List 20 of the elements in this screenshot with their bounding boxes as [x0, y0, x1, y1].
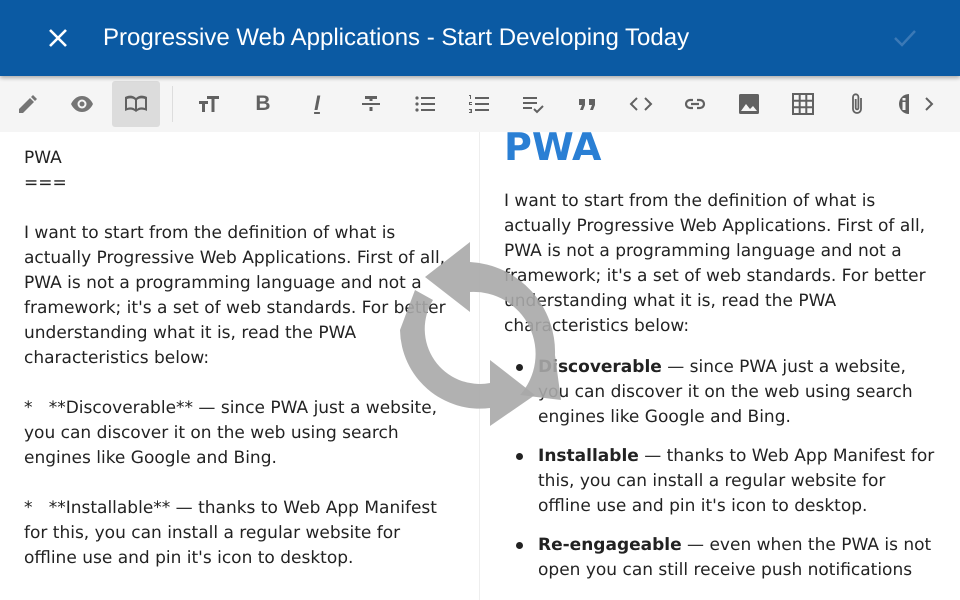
markdown-text: PWA ===	[24, 147, 68, 195]
document-title: Progressive Web Applications - Start Developing Today	[103, 24, 690, 52]
markdown-text: * **Discoverable** — since PWA just a website, you can discover it on the web using search engines like Google and Bing.	[24, 397, 438, 470]
italic-button[interactable]: I	[293, 81, 341, 127]
numbered-list-icon	[467, 92, 491, 116]
bold-button[interactable]: B	[239, 81, 287, 127]
bullet-icon	[516, 453, 523, 460]
markdown-text: * **Installable** — thanks to Web App Manifest for this, you can install a regular website for offline use and pin it's icon to desktop.	[24, 497, 438, 570]
book-button[interactable]	[112, 81, 160, 127]
image-icon	[737, 92, 761, 116]
preview-heading: PWA	[504, 132, 602, 167]
list-item-text: Re-engageable — even when the PWA is not open you can still receive push notifications	[538, 534, 932, 582]
info-icon	[899, 94, 911, 114]
bullet-icon	[516, 364, 523, 371]
close-icon	[48, 28, 68, 48]
pencil-icon	[16, 92, 40, 116]
table-icon	[791, 92, 815, 116]
list-item-text: Installable — thanks to Web App Manifest for this, you can install a regular website for offline use and pin it's icon to desktop.	[538, 445, 936, 518]
bullet-icon	[516, 542, 523, 549]
check-icon	[894, 29, 916, 47]
